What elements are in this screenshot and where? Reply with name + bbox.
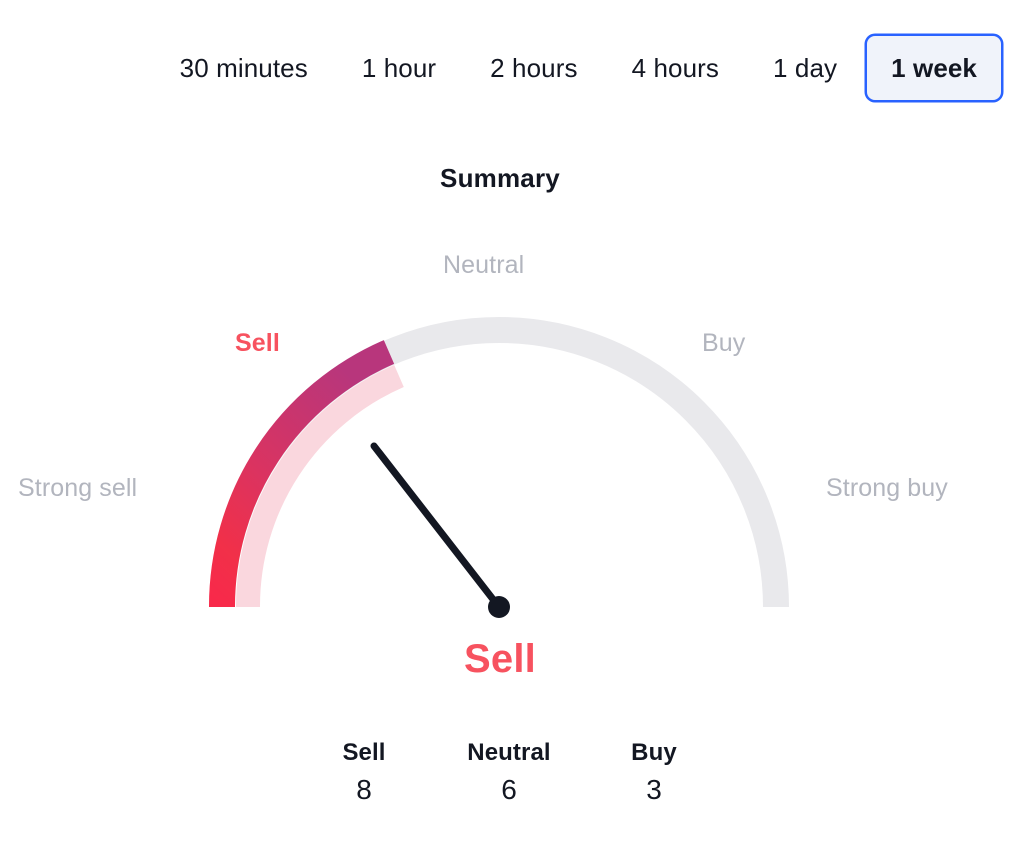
gauge-track-arc xyxy=(209,317,789,608)
counter-sell-label: Sell xyxy=(342,739,386,766)
tab-1-hour[interactable]: 1 hour xyxy=(336,34,462,102)
tab-4-hours[interactable]: 4 hours xyxy=(606,34,745,102)
gauge-label-buy: Buy xyxy=(702,329,746,357)
summary-verdict: Sell xyxy=(464,637,536,681)
gauge-needle-pivot xyxy=(488,596,510,618)
tab-1-day[interactable]: 1 day xyxy=(747,34,863,102)
gauge-label-strong-buy: Strong buy xyxy=(826,474,948,502)
timeframe-tab-bar: 30 minutes 1 hour 2 hours 4 hours 1 day … xyxy=(0,0,1024,136)
counter-sell: Sell 8 xyxy=(299,738,429,811)
tab-30-minutes[interactable]: 30 minutes xyxy=(154,34,334,102)
gauge-label-strong-sell: Strong sell xyxy=(18,474,138,502)
gauge-label-neutral: Neutral xyxy=(443,251,525,279)
tab-1-week[interactable]: 1 week xyxy=(865,34,1003,102)
counter-buy: Buy 3 xyxy=(589,738,719,811)
gauge-active-arc xyxy=(208,340,395,608)
counter-buy-value: 3 xyxy=(646,774,662,806)
summary-title: Summary xyxy=(440,163,560,193)
tab-2-hours[interactable]: 2 hours xyxy=(464,34,603,102)
counter-neutral-label: Neutral xyxy=(467,739,551,766)
counter-sell-value: 8 xyxy=(356,774,372,806)
counter-neutral-value: 6 xyxy=(501,774,517,806)
counter-buy-label: Buy xyxy=(631,739,677,766)
counter-neutral: Neutral 6 xyxy=(444,738,574,811)
gauge-active-inner-arc xyxy=(235,364,404,608)
gauge-needle xyxy=(370,442,503,611)
gauge-label-sell: Sell xyxy=(235,329,280,357)
signal-counters: Sell 8 Neutral 6 Buy 3 xyxy=(299,738,719,811)
